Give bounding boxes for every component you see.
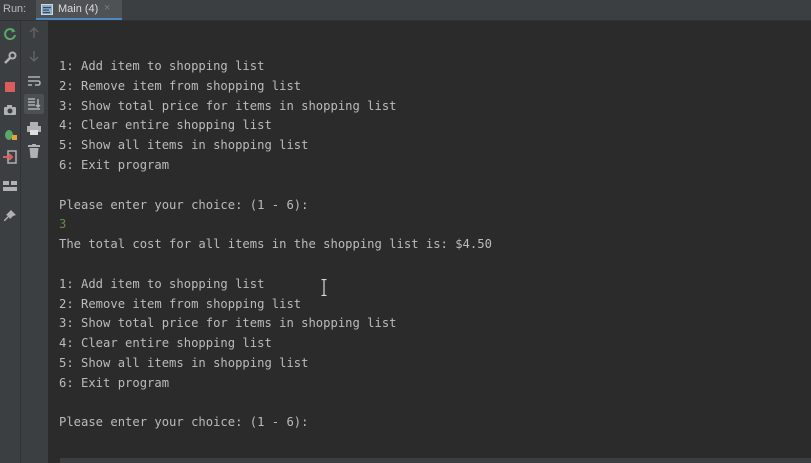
console-output-line: 4: Clear entire shopping list xyxy=(59,118,272,133)
trash-icon[interactable] xyxy=(26,143,42,159)
debug-icon[interactable] xyxy=(2,126,18,142)
up-arrow-icon[interactable] xyxy=(26,25,42,41)
login-icon[interactable] xyxy=(2,149,18,165)
tab-close-icon[interactable]: × xyxy=(104,2,110,14)
console-output-line: Please enter your choice: (1 - 6): xyxy=(59,415,309,430)
console-output-line: 5: Show all items in shopping list xyxy=(59,138,309,153)
console-output-line: 5: Show all items in shopping list xyxy=(59,355,309,370)
console-output-line: 3: Show total price for items in shoppin… xyxy=(59,98,397,113)
console-output[interactable]: 1: Add item to shopping list 2: Remove it… xyxy=(48,21,811,463)
text-cursor-icon xyxy=(321,279,327,296)
soft-wrap-icon[interactable] xyxy=(26,73,42,89)
scroll-to-end-icon[interactable] xyxy=(24,94,44,114)
console-output-line: 6: Exit program xyxy=(59,375,170,390)
rerun-icon[interactable] xyxy=(2,26,18,42)
layout-icon[interactable] xyxy=(2,178,18,194)
console-lines: 1: Add item to shopping list 2: Remove it… xyxy=(59,57,492,433)
console-output-line: 2: Remove item from shopping list xyxy=(59,78,302,93)
tab-main[interactable]: Main (4) × xyxy=(36,0,122,20)
run-tool-window-header: Run: Main (4) × xyxy=(0,0,811,21)
console-input-line: 3 xyxy=(59,217,67,232)
console-output-line: 3: Show total price for items in shoppin… xyxy=(59,316,397,331)
horizontal-scrollbar[interactable] xyxy=(60,458,811,463)
wrench-icon[interactable] xyxy=(2,50,18,66)
stop-icon[interactable] xyxy=(2,79,18,95)
console-toolbar xyxy=(21,21,49,463)
console-output-line: 6: Exit program xyxy=(59,157,170,172)
down-arrow-icon[interactable] xyxy=(26,48,42,64)
console-output-line: The total cost for all items in the shop… xyxy=(59,237,492,252)
camera-icon[interactable] xyxy=(2,102,18,118)
tab-label: Main (4) xyxy=(58,3,99,15)
pin-icon[interactable] xyxy=(2,208,18,224)
print-icon[interactable] xyxy=(26,120,42,136)
console-output-line: 2: Remove item from shopping list xyxy=(59,296,302,311)
run-label: Run: xyxy=(3,3,27,15)
console-output-line: 1: Add item to shopping list xyxy=(59,59,265,73)
console-output-line: 4: Clear entire shopping list xyxy=(59,336,272,351)
left-toolbar xyxy=(0,21,21,463)
console-icon xyxy=(41,4,53,15)
console-output-line: Please enter your choice: (1 - 6): xyxy=(59,197,309,212)
console-output-line: 1: Add item to shopping list xyxy=(59,276,265,291)
